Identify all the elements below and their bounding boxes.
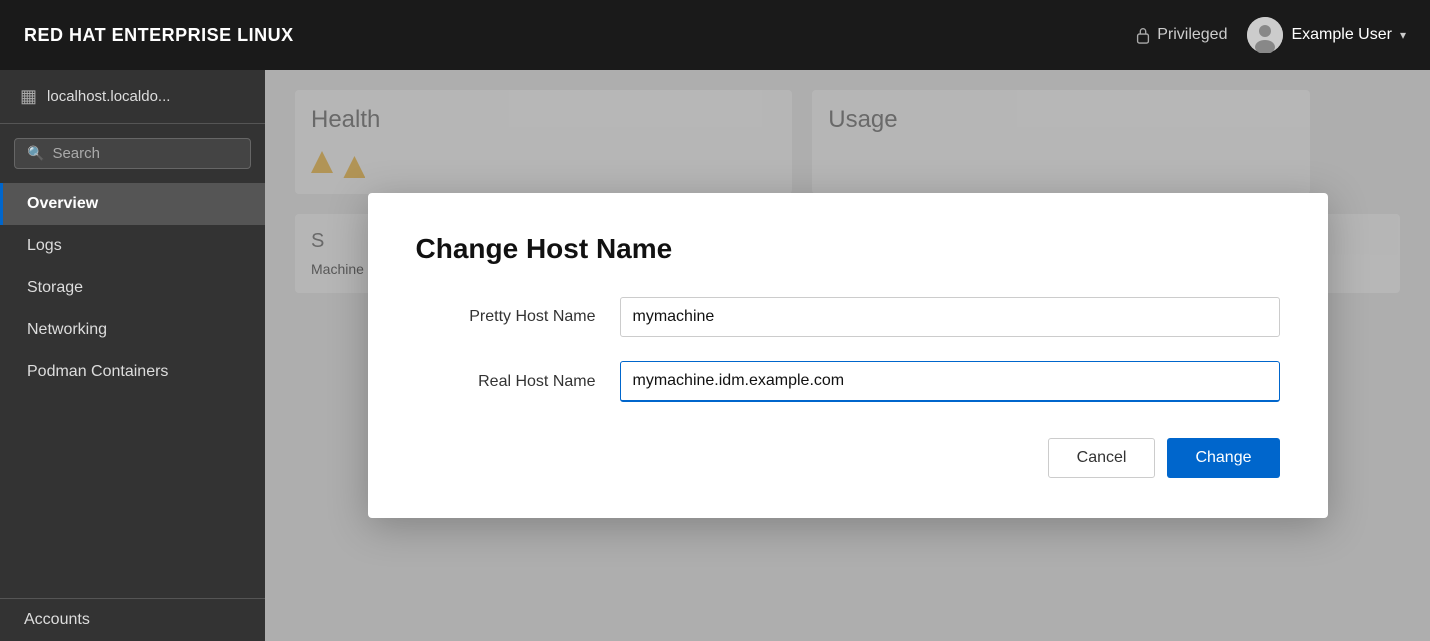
real-host-name-label: Real Host Name — [416, 373, 596, 391]
pretty-host-name-label: Pretty Host Name — [416, 308, 596, 326]
sidebar-item-networking[interactable]: Networking — [0, 309, 265, 351]
change-hostname-modal: Change Host Name Pretty Host Name Real H… — [368, 193, 1328, 518]
avatar — [1247, 17, 1283, 53]
search-input[interactable] — [52, 145, 238, 162]
sidebar-item-label: Podman Containers — [27, 363, 168, 380]
privileged-badge: Privileged — [1135, 26, 1227, 44]
pretty-host-name-input[interactable] — [620, 297, 1280, 337]
modal-actions: Cancel Change — [416, 438, 1280, 478]
nav-items: Overview Logs Storage Networking Podman … — [0, 183, 265, 598]
change-button[interactable]: Change — [1167, 438, 1279, 478]
sidebar-accounts-label: Accounts — [24, 611, 90, 628]
sidebar-item-label: Overview — [27, 195, 98, 212]
user-menu[interactable]: Example User ▾ — [1247, 17, 1406, 53]
layout: ▦ localhost.localdo... 🔍 Overview Logs S… — [0, 70, 1430, 641]
app-title: RED HAT ENTERPRISE LINUX — [24, 25, 294, 46]
pretty-host-name-row: Pretty Host Name — [416, 297, 1280, 337]
modal-overlay: Change Host Name Pretty Host Name Real H… — [265, 70, 1430, 641]
search-icon: 🔍 — [27, 145, 44, 162]
topbar: RED HAT ENTERPRISE LINUX Privileged Exam… — [0, 0, 1430, 70]
sidebar-item-logs[interactable]: Logs — [0, 225, 265, 267]
server-icon: ▦ — [20, 86, 37, 107]
sidebar-item-storage[interactable]: Storage — [0, 267, 265, 309]
privileged-label: Privileged — [1157, 26, 1227, 44]
lock-icon — [1135, 26, 1151, 44]
sidebar-item-label: Networking — [27, 321, 107, 338]
search-bar[interactable]: 🔍 — [14, 138, 251, 169]
sidebar-item-accounts[interactable]: Accounts — [0, 598, 265, 641]
sidebar-item-overview[interactable]: Overview — [0, 183, 265, 225]
chevron-down-icon: ▾ — [1400, 28, 1406, 42]
sidebar: ▦ localhost.localdo... 🔍 Overview Logs S… — [0, 70, 265, 641]
sidebar-hostname: ▦ localhost.localdo... — [0, 70, 265, 124]
real-host-name-row: Real Host Name — [416, 361, 1280, 402]
sidebar-item-label: Logs — [27, 237, 62, 254]
real-host-name-input[interactable] — [620, 361, 1280, 402]
sidebar-item-podman-containers[interactable]: Podman Containers — [0, 351, 265, 393]
sidebar-item-label: Storage — [27, 279, 83, 296]
cancel-button[interactable]: Cancel — [1048, 438, 1156, 478]
modal-title: Change Host Name — [416, 233, 1280, 265]
main-content: Health Usage S Machine ID 9fa031b4e58948… — [265, 70, 1430, 641]
hostname-label: localhost.localdo... — [47, 88, 170, 105]
user-label: Example User — [1291, 26, 1391, 44]
topbar-right: Privileged Example User ▾ — [1135, 17, 1406, 53]
avatar-icon — [1247, 17, 1283, 53]
